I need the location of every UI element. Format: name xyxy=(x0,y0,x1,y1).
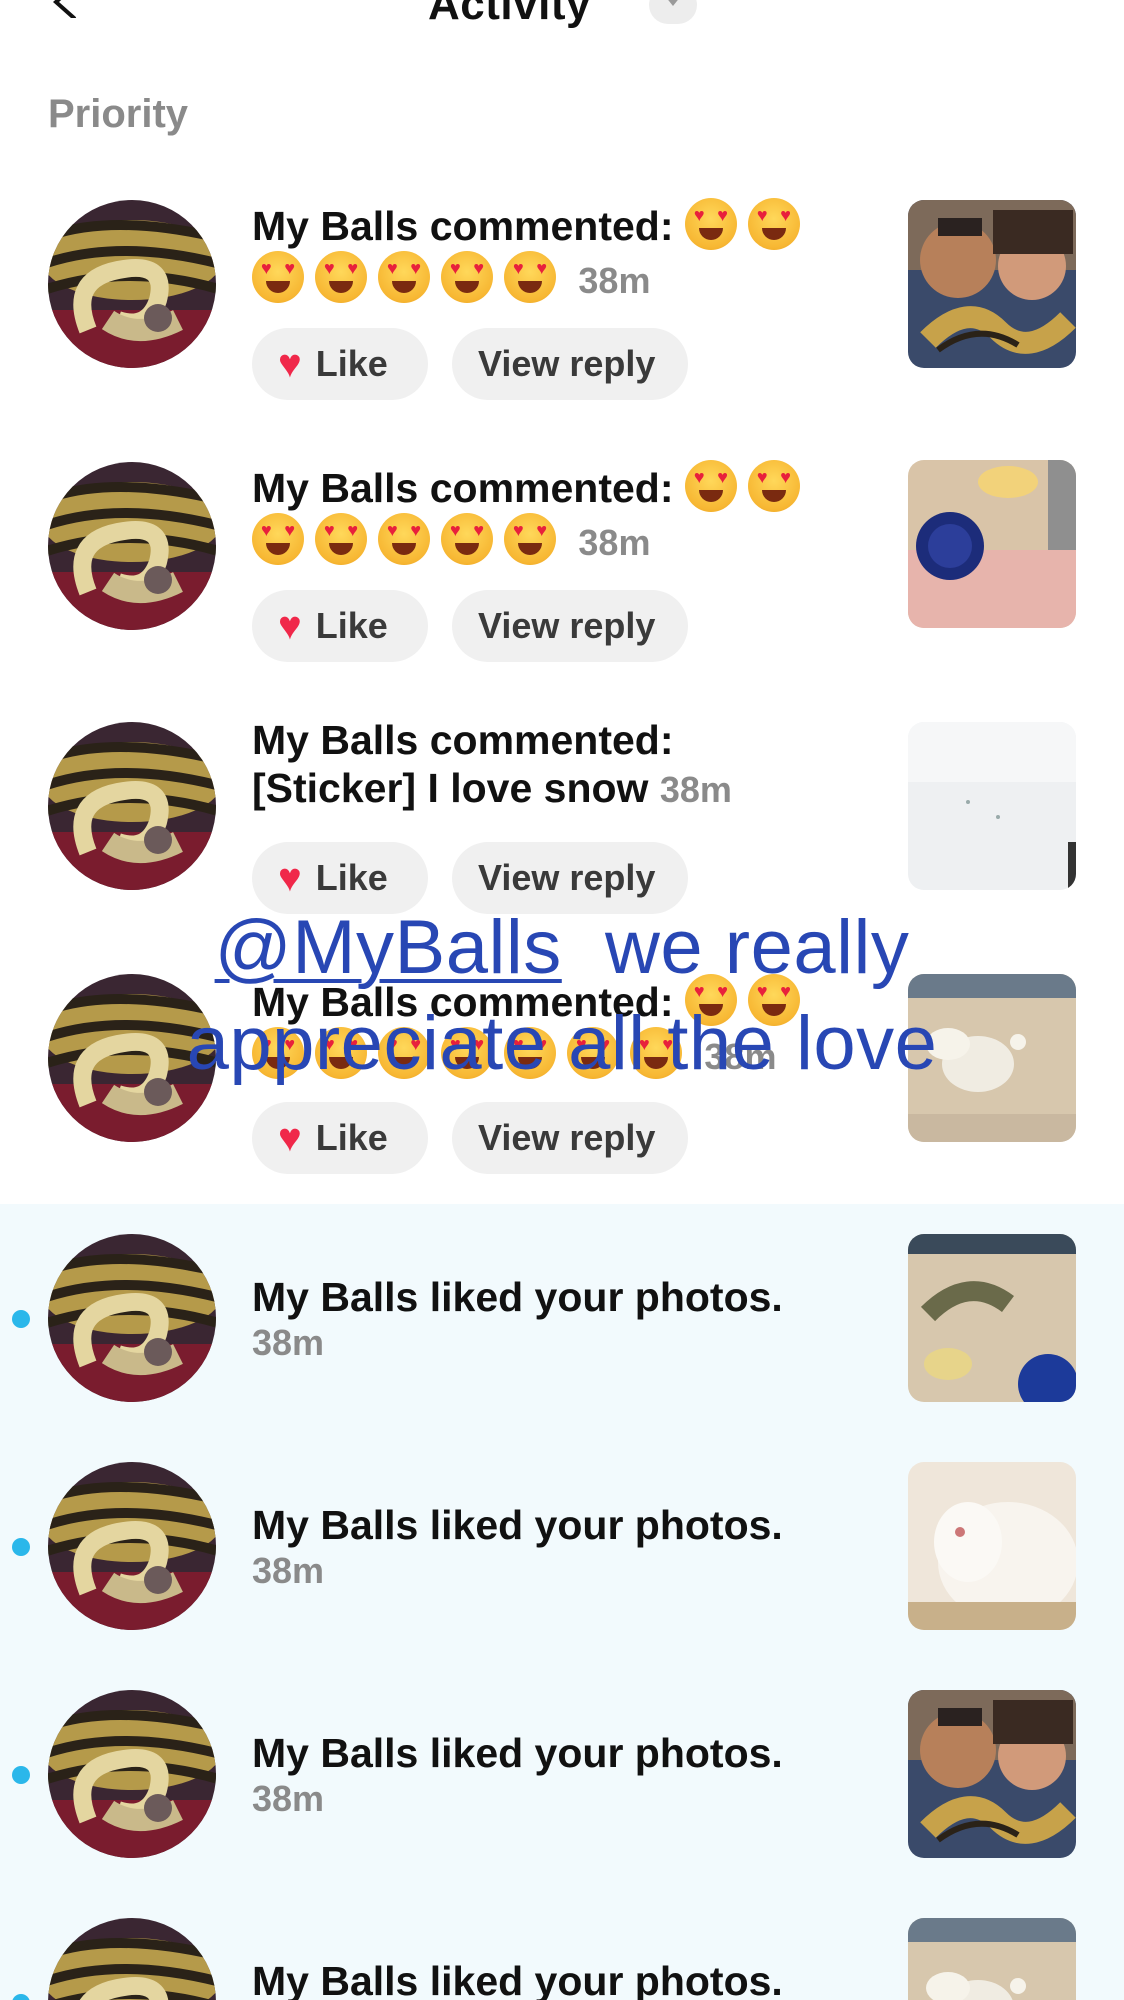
comment-prefix: My Balls commented: xyxy=(252,203,674,249)
heart-eyes-emoji xyxy=(504,513,556,565)
overlay-line-2: appreciate all the love xyxy=(186,1001,938,1086)
heart-eyes-emoji xyxy=(441,251,493,303)
like-row[interactable]: My Balls liked your photos. 38m xyxy=(0,1432,1124,1660)
timestamp: 38m xyxy=(252,1778,325,1819)
comment-prefix: My Balls commented: xyxy=(252,465,674,511)
comment-actions: ♥ Like View reply xyxy=(252,590,688,662)
overlay-line-1: @MyBalls we really xyxy=(0,900,1124,996)
heart-eyes-emoji xyxy=(252,251,304,303)
post-thumbnail[interactable] xyxy=(908,200,1076,368)
comment-text: My Balls commented: 38m xyxy=(252,460,872,568)
page-title[interactable]: Activity xyxy=(428,0,591,30)
comment-actions: ♥ Like View reply xyxy=(252,328,688,400)
view-reply-label: View reply xyxy=(478,343,656,384)
timestamp: 38m xyxy=(252,1550,325,1591)
heart-eyes-emoji xyxy=(378,513,430,565)
like-label: Like xyxy=(315,605,388,646)
view-reply-button[interactable]: View reply xyxy=(452,590,688,662)
comment-body: [Sticker] I love snow xyxy=(252,765,649,811)
like-label: Like xyxy=(315,1117,388,1158)
comment-text: My Balls commented: [Sticker] I love sno… xyxy=(252,716,872,814)
avatar[interactable] xyxy=(48,1234,216,1402)
timestamp: 38m xyxy=(252,1322,325,1363)
heart-eyes-emoji xyxy=(504,251,556,303)
like-button[interactable]: ♥ Like xyxy=(252,328,428,400)
comment-prefix: My Balls commented: xyxy=(252,717,674,763)
like-text: My Balls liked your photos. xyxy=(252,1502,783,1548)
timestamp: 38m xyxy=(578,260,651,301)
heart-icon: ♥ xyxy=(278,604,302,648)
like-text: My Balls liked your photos. xyxy=(252,1274,783,1320)
heart-eyes-emoji xyxy=(315,513,367,565)
avatar[interactable] xyxy=(48,1690,216,1858)
heart-eyes-emoji xyxy=(378,251,430,303)
timestamp: 38m xyxy=(578,522,651,563)
post-thumbnail[interactable] xyxy=(908,1918,1076,2000)
unread-indicator xyxy=(12,1538,30,1556)
timestamp: 38m xyxy=(659,769,732,810)
heart-eyes-emoji xyxy=(315,251,367,303)
unread-indicator xyxy=(12,1994,30,2000)
view-reply-button[interactable]: View reply xyxy=(452,328,688,400)
view-reply-label: View reply xyxy=(478,605,656,646)
like-label: Like xyxy=(315,343,388,384)
overlay-text: we really xyxy=(561,905,910,990)
like-row[interactable]: My Balls liked your photos. 38m xyxy=(0,1660,1124,1888)
heart-eyes-emoji xyxy=(684,460,737,512)
header: Activity xyxy=(0,0,1124,80)
heart-eyes-emoji xyxy=(684,198,737,250)
view-reply-button[interactable]: View reply xyxy=(452,1102,688,1174)
comment-actions: ♥ Like View reply xyxy=(252,1102,688,1174)
mention-link[interactable]: @MyBalls xyxy=(215,905,562,990)
like-label: Like xyxy=(315,857,388,898)
like-row[interactable]: My Balls liked your photos. 38m xyxy=(0,1204,1124,1432)
avatar[interactable] xyxy=(48,462,216,630)
chevron-left-icon[interactable] xyxy=(46,0,86,20)
avatar[interactable] xyxy=(48,1462,216,1630)
view-reply-label: View reply xyxy=(478,857,656,898)
unread-indicator xyxy=(12,1766,30,1784)
like-text: My Balls liked your photos. xyxy=(252,1730,783,1776)
section-label-priority: Priority xyxy=(48,92,189,136)
avatar[interactable] xyxy=(48,722,216,890)
like-button[interactable]: ♥ Like xyxy=(252,590,428,662)
heart-eyes-emoji xyxy=(441,513,493,565)
heart-eyes-emoji xyxy=(252,513,304,565)
heart-icon: ♥ xyxy=(278,342,302,386)
comment-text: My Balls commented: 38m xyxy=(252,198,872,306)
like-text: My Balls liked your photos. xyxy=(252,1958,783,2000)
post-thumbnail[interactable] xyxy=(908,1690,1076,1858)
heart-eyes-emoji xyxy=(747,460,800,512)
heart-eyes-emoji xyxy=(747,198,800,250)
comment-row[interactable]: My Balls commented: 38m ♥ Like View reply xyxy=(0,452,1124,712)
heart-icon: ♥ xyxy=(278,1116,302,1160)
post-thumbnail[interactable] xyxy=(908,722,1076,890)
post-thumbnail[interactable] xyxy=(908,1234,1076,1402)
like-button[interactable]: ♥ Like xyxy=(252,1102,428,1174)
chevron-down-icon[interactable] xyxy=(649,0,697,24)
post-thumbnail[interactable] xyxy=(908,1462,1076,1630)
avatar[interactable] xyxy=(48,200,216,368)
unread-indicator xyxy=(12,1310,30,1328)
view-reply-label: View reply xyxy=(478,1117,656,1158)
like-row[interactable]: My Balls liked your photos. xyxy=(0,1888,1124,2000)
avatar[interactable] xyxy=(48,1918,216,2000)
comment-row[interactable]: My Balls commented: 38m ♥ Like View reply xyxy=(0,190,1124,450)
post-thumbnail[interactable] xyxy=(908,460,1076,628)
heart-icon: ♥ xyxy=(278,856,302,900)
overlay-caption: @MyBalls we really appreciate all the lo… xyxy=(0,900,1124,1092)
